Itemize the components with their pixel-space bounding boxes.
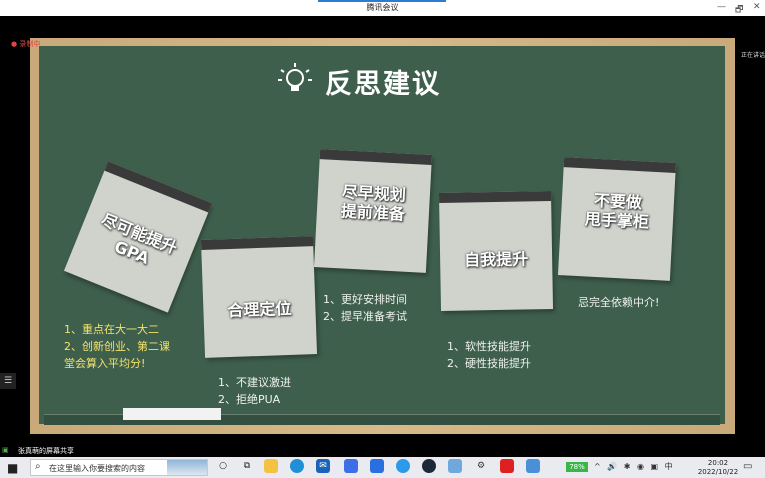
minimize-button[interactable]: — [717,2,726,12]
steam-icon[interactable] [422,459,436,473]
clock-date: 2022/10/22 [697,468,739,476]
close-button[interactable]: ✕ [753,2,761,12]
side-menu-button[interactable]: ☰ [0,373,16,389]
task-view-icon[interactable]: ⧉ [240,459,254,473]
browser-icon[interactable] [396,459,410,473]
cortana-icon[interactable]: ○ [216,459,230,473]
speaking-label: 正在讲话 [741,52,765,59]
card-gpa-label: 尽可能提升GPA [98,209,180,268]
settings-gear-icon[interactable]: ⚙ [474,459,488,473]
recording-label: 录制中 [19,40,41,48]
search-highlight-image [167,460,207,475]
card-self: 自我提升 [438,191,554,311]
card-agent: 不要做 甩手掌柜 [557,157,677,281]
netease-music-icon[interactable] [500,459,514,473]
app-icon[interactable] [370,459,384,473]
lightbulb-icon [278,63,312,91]
slide-heading: 反思建议 [275,60,505,100]
windows-start-icon[interactable]: ■ [7,461,18,475]
chalk-eraser [123,408,221,420]
notes-self: 1、软性技能提升 2、硬性技能提升 [447,338,531,372]
card-position-label: 合理定位 [227,298,292,321]
list-item: 1、重点在大一大二 [64,323,159,336]
edge-browser-icon[interactable] [290,459,304,473]
app-icon[interactable] [448,459,462,473]
list-item: 堂会算入平均分! [64,357,146,370]
notes-plan: 1、更好安排时间 2、提早准备考试 [323,291,407,325]
slide-title: 反思建议 [325,69,441,100]
search-icon: ⌕ [35,461,41,472]
notification-icon[interactable]: ▭ [743,461,752,472]
taskbar-clock[interactable]: 20:02 2022/10/22 [696,459,740,477]
list-item: 1、不建议激进 [218,376,291,389]
screen-share-label: 张真萌的屏幕共享 [18,447,74,455]
recording-indicator[interactable]: ● 录制中 [11,39,40,49]
screen-share-bar: ▣ 张真萌的屏幕共享 [0,445,765,457]
file-explorer-icon[interactable] [264,459,278,473]
list-item: 1、更好安排时间 [323,293,407,306]
list-item: 1、软性技能提升 [447,340,531,353]
record-dot-icon: ● [11,40,18,48]
screen-share-icon: ▣ [2,446,9,454]
mail-icon[interactable]: ✉ [316,459,330,473]
list-item: 2、硬性技能提升 [447,357,531,370]
battery-indicator[interactable]: 78% [566,462,588,472]
meeting-toolbar [0,16,765,38]
taskbar-search[interactable]: ⌕ 在这里输入你要搜索的内容 [30,459,208,476]
card-self-label: 自我提升 [463,249,529,270]
system-tray-icons[interactable]: ^ 🔊 ✱ ◉ ▣ 中 [594,461,675,472]
photos-icon[interactable] [526,459,540,473]
list-item: 2、创新创业、第二课 [64,340,170,353]
taskbar: ■ ⌕ 在这里输入你要搜索的内容 ○ ⧉ ✉ ⚙ 78% ^ 🔊 ✱ ◉ ▣ 中… [0,457,765,478]
notes-agent: 忌完全依赖中介! [578,294,659,311]
clock-time: 20:02 [707,459,729,467]
card-plan: 尽早规划 提前准备 [313,149,433,273]
window-titlebar: 腾讯会议 — 🗗 ✕ [0,0,765,16]
notes-position: 1、不建议激进 2、拒绝PUA [218,374,291,408]
window-title: 腾讯会议 [366,3,399,12]
card-position: 合理定位 [200,236,318,358]
list-item: 忌完全依赖中介! [578,296,660,309]
search-placeholder: 在这里输入你要搜索的内容 [49,464,145,473]
app-icon[interactable] [344,459,358,473]
notes-gpa: 1、重点在大一大二 2、创新创业、第二课 堂会算入平均分! [64,321,170,372]
list-item: 2、提早准备考试 [323,310,407,323]
menu-icon: ☰ [3,376,13,386]
list-item: 2、拒绝PUA [218,393,281,406]
